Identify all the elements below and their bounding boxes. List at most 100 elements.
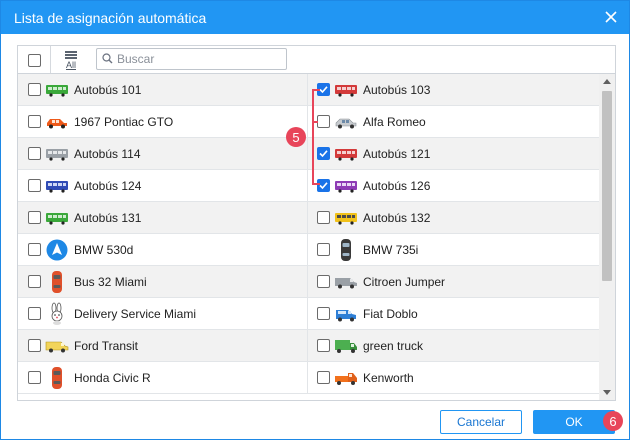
gray-van-icon <box>334 270 358 294</box>
callout-badge-5: 5 <box>286 127 306 147</box>
vehicle-checkbox[interactable] <box>317 211 330 224</box>
yellow-bus-icon <box>334 206 358 230</box>
table-row: Delivery Service Miami Fiat Doblo <box>18 298 600 330</box>
vehicle-cell-right[interactable]: Autobús 126 <box>308 170 600 201</box>
yellow-van-icon <box>45 334 69 358</box>
search-box <box>96 48 287 70</box>
vehicle-name: Citroen Jumper <box>363 274 446 289</box>
vehicle-name: 1967 Pontiac GTO <box>74 114 174 129</box>
show-all-label: All <box>65 59 76 70</box>
vehicle-name: Autobús 126 <box>363 178 431 193</box>
vehicle-checkbox[interactable] <box>28 371 41 384</box>
blue-bus-icon <box>45 174 69 198</box>
purple-bus-icon <box>334 174 358 198</box>
green-truck-icon <box>334 334 358 358</box>
vehicle-cell-right[interactable]: green truck <box>308 330 600 361</box>
green-bus-icon <box>45 78 69 102</box>
vehicle-cell-left[interactable]: BMW 530d <box>18 234 308 265</box>
dialog-titlebar: Lista de asignación automática <box>1 1 629 34</box>
vehicle-checkbox[interactable] <box>28 243 41 256</box>
vehicle-cell-right[interactable]: Alfa Romeo <box>308 106 600 137</box>
table-row: BMW 530d BMW 735i <box>18 234 600 266</box>
scroll-down-arrow-icon[interactable] <box>603 390 611 395</box>
vehicle-checkbox[interactable] <box>28 275 41 288</box>
vehicle-cell-right[interactable]: Citroen Jumper <box>308 266 600 297</box>
search-icon <box>102 53 113 67</box>
cancel-button[interactable]: Cancelar <box>440 410 522 434</box>
scrollbar-thumb[interactable] <box>602 91 612 281</box>
vehicle-cell-right[interactable]: Autobús 132 <box>308 202 600 233</box>
close-icon[interactable] <box>601 7 621 27</box>
vertical-scrollbar[interactable] <box>599 74 615 400</box>
vehicle-checkbox[interactable] <box>28 339 41 352</box>
vehicle-checkbox[interactable] <box>317 339 330 352</box>
selection-bracket <box>312 89 320 185</box>
vehicle-cell-left[interactable]: Honda Civic R <box>18 362 308 393</box>
vehicle-name: BMW 735i <box>363 242 419 257</box>
vehicle-checkbox[interactable] <box>28 115 41 128</box>
vehicle-cell-left[interactable]: 1967 Pontiac GTO <box>18 106 308 137</box>
search-input[interactable] <box>117 50 282 68</box>
vehicle-cell-left[interactable]: Autobús 124 <box>18 170 308 201</box>
silver-car-icon <box>334 110 358 134</box>
table-row: Bus 32 Miami Citroen Jumper <box>18 266 600 298</box>
navigation-arrow-icon <box>45 238 69 262</box>
bracket-tick <box>312 121 318 123</box>
vehicle-name: Fiat Doblo <box>363 306 418 321</box>
vehicle-checkbox[interactable] <box>317 307 330 320</box>
vehicle-cell-left[interactable]: Autobús 101 <box>18 74 308 105</box>
vehicle-name: Autobús 131 <box>74 210 142 225</box>
red-bus-icon <box>334 78 358 102</box>
vehicle-cell-right[interactable]: Autobús 121 <box>308 138 600 169</box>
table-row: Autobús 114 Autobús 121 <box>18 138 600 170</box>
green-bus-icon <box>45 206 69 230</box>
vehicle-cell-left[interactable]: Autobús 131 <box>18 202 308 233</box>
vehicle-checkbox[interactable] <box>317 371 330 384</box>
vehicle-cell-left[interactable]: Ford Transit <box>18 330 308 361</box>
dialog-title: Lista de asignación automática <box>14 10 207 26</box>
bunny-icon <box>45 302 69 326</box>
vehicle-name: Delivery Service Miami <box>74 306 197 321</box>
table-row: Autobús 124 Autobús 126 <box>18 170 600 202</box>
vehicle-name: Kenworth <box>363 370 414 385</box>
vehicle-name: Autobús 103 <box>363 82 431 97</box>
vehicle-checkbox[interactable] <box>28 179 41 192</box>
vehicle-cell-right[interactable]: BMW 735i <box>308 234 600 265</box>
vehicle-checkbox[interactable] <box>317 275 330 288</box>
vehicle-name: Autobús 121 <box>363 146 431 161</box>
vehicle-name: Autobús 124 <box>74 178 142 193</box>
table-row: Autobús 131 Autobús 132 <box>18 202 600 234</box>
vehicle-cell-right[interactable]: Autobús 103 <box>308 74 600 105</box>
vehicle-checkbox[interactable] <box>28 83 41 96</box>
table-row: 1967 Pontiac GTO Alfa Romeo <box>18 106 600 138</box>
orange-car-icon <box>45 110 69 134</box>
list-icon <box>65 50 77 59</box>
auto-assignment-dialog: Lista de asignación automática All Autob… <box>0 0 630 440</box>
vehicle-cell-left[interactable]: Delivery Service Miami <box>18 298 308 329</box>
red-car-top-icon <box>45 366 69 390</box>
vehicle-cell-right[interactable]: Fiat Doblo <box>308 298 600 329</box>
vehicle-name: green truck <box>363 338 424 353</box>
vehicle-checkbox[interactable] <box>28 147 41 160</box>
scroll-up-arrow-icon[interactable] <box>603 79 611 84</box>
vehicle-name: Autobús 101 <box>74 82 142 97</box>
select-all-checkbox[interactable] <box>27 53 41 67</box>
vehicle-cell-left[interactable]: Bus 32 Miami <box>18 266 308 297</box>
orange-truck-icon <box>334 366 358 390</box>
vehicle-name: BMW 530d <box>74 242 134 257</box>
red-car-top-icon <box>45 270 69 294</box>
vehicle-name: Autobús 114 <box>74 146 141 161</box>
vehicle-cell-left[interactable]: Autobús 114 <box>18 138 308 169</box>
vehicle-checkbox[interactable] <box>317 243 330 256</box>
vehicle-checkbox[interactable] <box>28 211 41 224</box>
car-top-view-icon <box>334 238 358 262</box>
vehicle-name: Alfa Romeo <box>363 114 426 129</box>
vehicle-cell-right[interactable]: Kenworth <box>308 362 600 393</box>
vehicle-name: Autobús 132 <box>363 210 431 225</box>
vehicle-name: Bus 32 Miami <box>74 274 147 289</box>
vehicle-checkbox[interactable] <box>28 307 41 320</box>
select-all-checkbox-cell <box>18 46 51 74</box>
gray-bus-icon <box>45 142 69 166</box>
show-all-button[interactable]: All <box>51 46 91 74</box>
table-row: Autobús 101 Autobús 103 <box>18 74 600 106</box>
